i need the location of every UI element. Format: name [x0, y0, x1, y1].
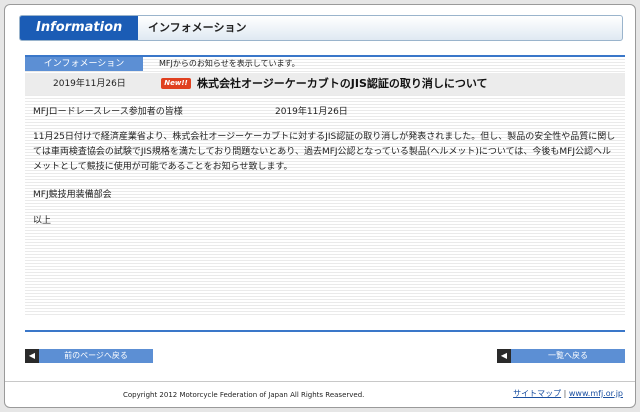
content-divider	[25, 330, 625, 332]
back-to-list-label: 一覧へ戻る	[548, 351, 588, 360]
sitemap-link[interactable]: サイトマップ	[513, 389, 561, 398]
back-previous-page-button[interactable]: ◀ 前のページへ戻る	[25, 349, 153, 363]
copyright-text: Copyright 2012 Motorcycle Federation of …	[123, 391, 365, 399]
left-arrow-icon: ◀	[25, 349, 39, 363]
site-url-link[interactable]: www.mfj.or.jp	[569, 389, 623, 398]
back-to-list-button[interactable]: ◀ 一覧へ戻る	[497, 349, 625, 363]
section-description: MFJからのお知らせを表示しています。	[159, 59, 300, 68]
page-frame: Information インフォメーション インフォメーション MFJからのお知…	[4, 4, 636, 408]
article-date: 2019年11月26日	[275, 107, 348, 117]
article-addressee: MFJロードレースレース参加者の皆様	[33, 107, 183, 117]
news-title-row: 2019年11月26日 New!! 株式会社オージーケーカブトのJIS認証の取り…	[25, 73, 625, 95]
news-date: 2019年11月26日	[53, 79, 126, 89]
info-panel: インフォメーション MFJからのお知らせを表示しています。 2019年11月26…	[25, 55, 625, 315]
section-header: インフォメーション MFJからのお知らせを表示しています。	[25, 57, 625, 71]
new-badge: New!!	[161, 78, 191, 89]
footer-links: サイトマップ | www.mfj.or.jp	[513, 388, 623, 400]
left-arrow-icon: ◀	[497, 349, 511, 363]
page-title: インフォメーション	[148, 21, 247, 34]
page-header: Information インフォメーション	[19, 15, 623, 41]
news-title: 株式会社オージーケーカブトのJIS認証の取り消しについて	[197, 77, 488, 90]
information-tab: Information	[20, 16, 138, 40]
back-previous-page-label: 前のページへ戻る	[64, 351, 128, 360]
footer-separator: |	[563, 389, 567, 398]
article-closing: 以上	[33, 216, 52, 226]
section-tab: インフォメーション	[25, 57, 143, 71]
article-body: 11月25日付けで経済産業省より、株式会社オージーケーカブトに対するJIS認証の…	[33, 132, 616, 172]
footer-divider	[5, 381, 635, 382]
article-signature: MFJ競技用装備部会	[33, 190, 112, 200]
